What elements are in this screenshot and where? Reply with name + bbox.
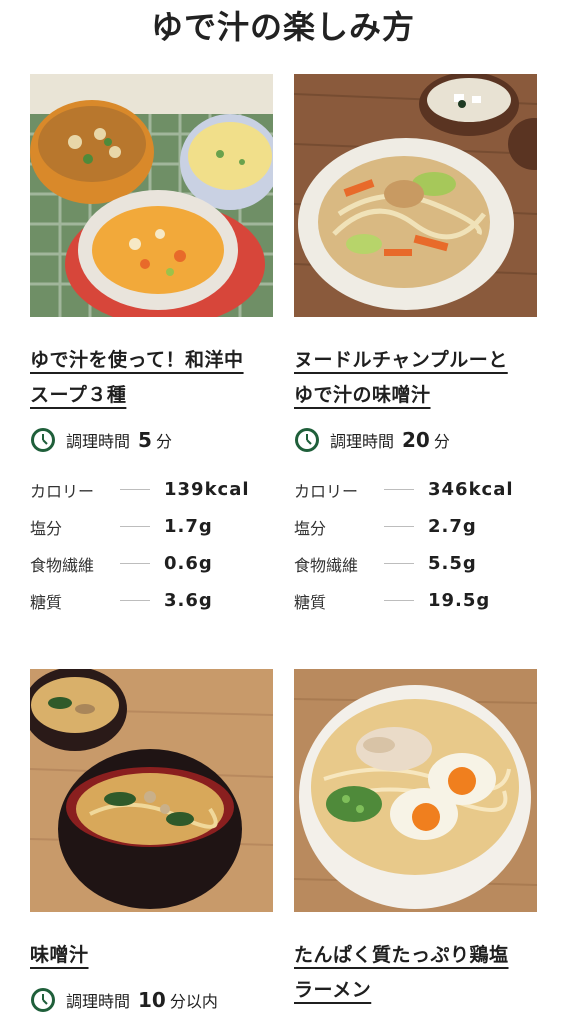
clock-icon [295, 428, 319, 452]
time-label: 調理時間 [66, 432, 131, 451]
recipe-title-link[interactable]: 味噌汁 [30, 938, 273, 973]
nutrition-row: 食物繊維 5.5g [294, 545, 537, 582]
nutrition-divider [120, 600, 150, 601]
nutrition-value: 0.6g [164, 553, 213, 574]
nutrition-divider [120, 563, 150, 564]
recipe-title-line: スープ３種 [30, 384, 127, 406]
recipe-title-line: ゆで汁を使って！和洋中 [30, 349, 244, 371]
recipe-photo[interactable] [30, 74, 273, 317]
nutrition-value: 1.7g [164, 516, 213, 537]
time-value: 10 [138, 988, 166, 1012]
nutrition-row: 塩分 2.7g [294, 508, 537, 545]
time-unit: 分 [155, 432, 172, 451]
recipe-card: 味噌汁 調理時間 10 分以内 [30, 669, 273, 1015]
cooking-time: 調理時間 10 分以内 [30, 985, 273, 1015]
time-label: 調理時間 [330, 432, 395, 451]
recipe-photo[interactable] [294, 74, 537, 317]
recipe-title-line: 味噌汁 [30, 944, 89, 966]
recipe-title-link[interactable]: たんぱく質たっぷり鶏塩 ラーメン [294, 938, 537, 1008]
nutrition-label: 糖質 [30, 592, 63, 612]
nutrition-row: 糖質 3.6g [30, 582, 273, 619]
nutrition-label: 食物繊維 [30, 555, 95, 575]
cooking-time: 調理時間 20 分 [294, 425, 537, 455]
nutrition-label: 塩分 [294, 518, 327, 538]
nutrition-label: カロリー [30, 481, 95, 501]
time-label: 調理時間 [66, 992, 131, 1011]
nutrition-list: カロリー 139kcal 塩分 1.7g 食物繊維 0.6g 糖質 3.6g [30, 471, 273, 619]
time-unit: 分 [433, 432, 450, 451]
nutrition-divider [120, 489, 150, 490]
recipe-title-link[interactable]: ヌードルチャンプルーと ゆで汁の味噌汁 [294, 343, 537, 413]
nutrition-value: 3.6g [164, 590, 213, 611]
clock-icon [31, 428, 55, 452]
recipe-card: たんぱく質たっぷり鶏塩 ラーメン [294, 669, 537, 1008]
recipe-card: ゆで汁を使って！和洋中 スープ３種 調理時間 5 分 カロリー 139kcal … [30, 74, 273, 619]
nutrition-row: 塩分 1.7g [30, 508, 273, 545]
nutrition-value: 139kcal [164, 479, 250, 500]
time-value: 20 [402, 428, 430, 452]
recipe-photo[interactable] [30, 669, 273, 912]
nutrition-divider [384, 489, 414, 490]
nutrition-value: 2.7g [428, 516, 477, 537]
nutrition-divider [384, 600, 414, 601]
nutrition-row: カロリー 139kcal [30, 471, 273, 508]
clock-icon [31, 988, 55, 1012]
time-unit: 分以内 [169, 992, 218, 1011]
nutrition-divider [384, 563, 414, 564]
recipe-title-link[interactable]: ゆで汁を使って！和洋中 スープ３種 [30, 343, 273, 413]
nutrition-divider [384, 526, 414, 527]
recipe-photo[interactable] [294, 669, 537, 912]
nutrition-row: 糖質 19.5g [294, 582, 537, 619]
recipe-title-line: ゆで汁の味噌汁 [294, 384, 431, 406]
recipe-title-line: たんぱく質たっぷり鶏塩 [294, 944, 509, 966]
nutrition-row: 食物繊維 0.6g [30, 545, 273, 582]
nutrition-value: 5.5g [428, 553, 477, 574]
recipe-title-line: ヌードルチャンプルーと [294, 349, 508, 371]
nutrition-row: カロリー 346kcal [294, 471, 537, 508]
nutrition-label: 食物繊維 [294, 555, 359, 575]
nutrition-value: 346kcal [428, 479, 514, 500]
nutrition-label: 塩分 [30, 518, 63, 538]
cooking-time: 調理時間 5 分 [30, 425, 273, 455]
nutrition-value: 19.5g [428, 590, 491, 611]
nutrition-divider [120, 526, 150, 527]
recipe-title-line: ラーメン [294, 979, 372, 1001]
nutrition-label: 糖質 [294, 592, 327, 612]
nutrition-label: カロリー [294, 481, 359, 501]
recipe-card: ヌードルチャンプルーと ゆで汁の味噌汁 調理時間 20 分 カロリー 346kc… [294, 74, 537, 619]
page-title: ゆで汁の楽しみ方 [150, 8, 415, 46]
nutrition-list: カロリー 346kcal 塩分 2.7g 食物繊維 5.5g 糖質 19.5g [294, 471, 537, 619]
time-value: 5 [138, 428, 152, 452]
